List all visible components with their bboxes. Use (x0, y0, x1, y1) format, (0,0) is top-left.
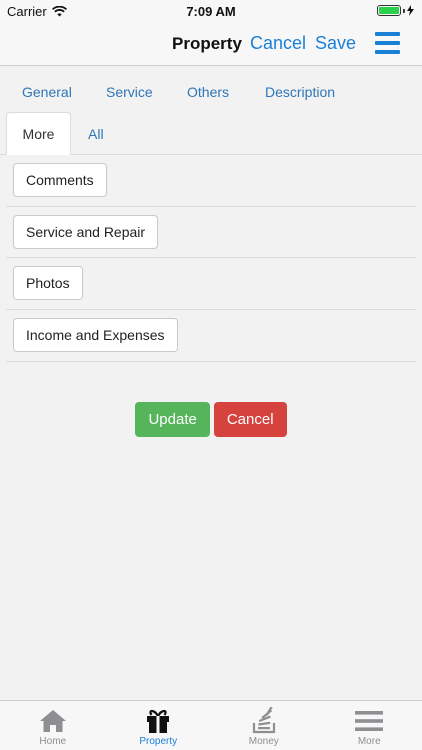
tabbar-item-home[interactable]: Home (0, 701, 106, 750)
tab-all[interactable]: All (88, 126, 104, 142)
stack-icon (252, 707, 275, 734)
photos-button[interactable]: Photos (13, 266, 83, 301)
list-item: Photos (6, 258, 416, 311)
tabbar-item-more[interactable]: More (317, 701, 422, 750)
tab-general[interactable]: General (22, 84, 72, 100)
form-actions: Update Cancel (0, 402, 422, 437)
tabbar-label: More (357, 736, 381, 747)
tabbar-item-money[interactable]: Money (211, 701, 317, 750)
nav-cancel-button[interactable]: Cancel (250, 33, 306, 54)
tabbar-label: Property (139, 736, 178, 747)
tab-description[interactable]: Description (265, 84, 335, 100)
tab-more[interactable]: More (6, 112, 71, 155)
tab-service[interactable]: Service (106, 84, 153, 100)
navigation-bar: Property Cancel Save (0, 22, 422, 66)
tab-others[interactable]: Others (187, 84, 229, 100)
list-item: Comments (6, 155, 416, 207)
battery-icon (377, 5, 414, 16)
list-item: Income and Expenses (6, 310, 416, 362)
service-and-repair-button[interactable]: Service and Repair (13, 214, 159, 249)
page-title: Property (172, 34, 242, 53)
status-bar: Carrier 7:09 AM (0, 0, 422, 22)
income-and-expenses-button[interactable]: Income and Expenses (13, 318, 178, 353)
bottom-tab-bar: Home Property Money More (0, 700, 422, 750)
tabbar-label: Home (39, 736, 67, 747)
list-item: Service and Repair (6, 207, 416, 259)
cancel-button[interactable]: Cancel (213, 402, 287, 437)
comments-button[interactable]: Comments (13, 163, 107, 197)
primary-tabs: General Service Others Description (0, 76, 422, 110)
charging-bolt-icon (407, 5, 414, 16)
more-items-list: Comments Service and Repair Photos Incom… (6, 155, 416, 362)
menu-icon (355, 711, 384, 731)
hamburger-menu-icon[interactable] (375, 31, 400, 55)
gift-icon (147, 709, 170, 733)
tabbar-item-property[interactable]: Property (106, 701, 212, 750)
nav-save-button[interactable]: Save (315, 33, 356, 54)
update-button[interactable]: Update (135, 402, 210, 437)
secondary-tabs: More All (0, 112, 422, 155)
status-time: 7:09 AM (186, 4, 236, 19)
home-icon (39, 710, 66, 732)
tabbar-label: Money (248, 736, 279, 747)
